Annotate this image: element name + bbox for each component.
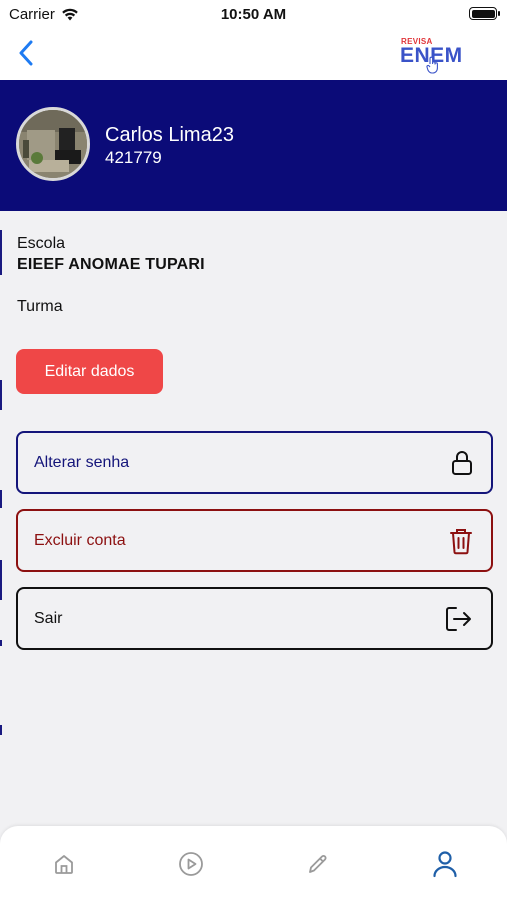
change-password-button[interactable]: Alterar senha [16, 431, 493, 494]
back-button[interactable] [12, 36, 40, 70]
bottom-tab-bar [0, 826, 507, 900]
navigation-bar: REVISA ENEM [0, 28, 507, 80]
pencil-icon [309, 855, 327, 873]
chevron-left-icon [19, 40, 33, 66]
user-icon [433, 851, 457, 878]
delete-account-button[interactable]: Excluir conta [16, 509, 493, 572]
logout-icon [446, 606, 471, 631]
status-time: 10:50 AM [220, 6, 287, 23]
play-icon [179, 852, 203, 876]
home-icon [55, 855, 73, 874]
profile-name: Carlos Lima23 [105, 124, 234, 146]
profile-id: 421779 [105, 148, 162, 167]
tab-profile[interactable] [429, 848, 461, 880]
trash-icon [450, 528, 472, 554]
avatar[interactable] [16, 107, 90, 181]
battery-icon [469, 7, 500, 20]
pointer-hand-icon [426, 56, 438, 74]
tab-exercises[interactable] [302, 848, 334, 880]
edit-data-button[interactable]: Editar dados [16, 349, 163, 394]
logout-button[interactable]: Sair [16, 587, 493, 650]
status-bar: Carrier 10:50 AM [0, 0, 507, 28]
tab-videos[interactable] [175, 848, 207, 880]
school-label: Escola [17, 235, 66, 252]
revisa-enem-logo: REVISA ENEM [398, 36, 468, 76]
logout-label: Sair [34, 609, 63, 627]
change-password-label: Alterar senha [34, 453, 130, 471]
lock-icon [452, 450, 472, 475]
avatar-photo [19, 110, 87, 178]
school-value: EIEEF ANOMAE TUPARI [17, 256, 205, 273]
profile-header: Carlos Lima23 421779 [0, 80, 507, 211]
tab-home[interactable] [48, 848, 80, 880]
delete-account-label: Excluir conta [34, 531, 126, 549]
class-label: Turma [17, 298, 63, 315]
